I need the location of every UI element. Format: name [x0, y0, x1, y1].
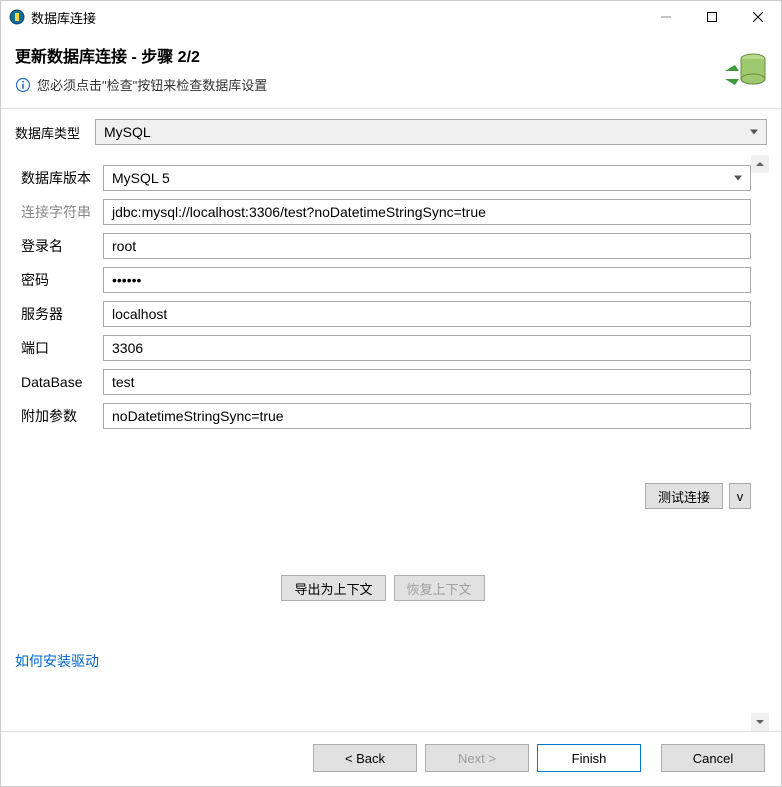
page-title: 更新数据库连接 - 步骤 2/2 — [15, 43, 767, 67]
login-row: 登录名 root — [15, 233, 751, 259]
port-label: 端口 — [15, 338, 103, 358]
password-row: 密码 •••••• — [15, 267, 751, 293]
maximize-button[interactable] — [689, 1, 735, 33]
login-value: root — [112, 238, 136, 254]
window-title: 数据库连接 — [31, 8, 643, 27]
export-context-button[interactable]: 导出为上下文 — [281, 575, 385, 601]
scrollbar[interactable] — [751, 155, 769, 731]
form-area: 数据库版本 MySQL 5 连接字符串 jdbc:mysql://localho… — [15, 155, 751, 731]
port-row: 端口 3306 — [15, 335, 751, 361]
connstr-input[interactable]: jdbc:mysql://localhost:3306/test?noDatet… — [103, 199, 751, 225]
finish-button[interactable]: Finish — [537, 744, 641, 772]
close-button[interactable] — [735, 1, 781, 33]
connstr-label: 连接字符串 — [15, 202, 103, 222]
test-connection-button[interactable]: 测试连接 — [645, 483, 723, 509]
params-row: 附加参数 noDatetimeStringSync=true — [15, 403, 751, 429]
install-driver-link[interactable]: 如何安装驱动 — [15, 653, 99, 669]
server-label: 服务器 — [15, 304, 103, 324]
banner: 更新数据库连接 - 步骤 2/2 您必须点击"检查"按钮来检查数据库设置 — [1, 33, 781, 109]
scroll-down-icon[interactable] — [751, 713, 769, 731]
link-row: 如何安装驱动 — [15, 651, 751, 671]
info-icon — [15, 77, 31, 93]
context-row: 导出为上下文 恢复上下文 — [15, 575, 751, 601]
password-input[interactable]: •••••• — [103, 267, 751, 293]
login-label: 登录名 — [15, 236, 103, 256]
database-row: DataBase test — [15, 369, 751, 395]
minimize-button[interactable] — [643, 1, 689, 33]
titlebar: 数据库连接 — [1, 1, 781, 33]
cancel-button[interactable]: Cancel — [661, 744, 765, 772]
next-button[interactable]: Next > — [425, 744, 529, 772]
scroll-up-icon[interactable] — [751, 155, 769, 173]
params-label: 附加参数 — [15, 406, 103, 426]
version-value: MySQL 5 — [112, 170, 170, 186]
database-value: test — [112, 374, 135, 390]
database-label: DataBase — [15, 374, 103, 390]
database-graphic-icon — [721, 47, 769, 95]
port-value: 3306 — [112, 340, 143, 356]
connstr-row: 连接字符串 jdbc:mysql://localhost:3306/test?n… — [15, 199, 751, 225]
params-value: noDatetimeStringSync=true — [112, 408, 284, 424]
port-input[interactable]: 3306 — [103, 335, 751, 361]
window-controls — [643, 1, 781, 33]
database-input[interactable]: test — [103, 369, 751, 395]
login-input[interactable]: root — [103, 233, 751, 259]
back-button[interactable]: < Back — [313, 744, 417, 772]
version-select[interactable]: MySQL 5 — [103, 165, 751, 191]
test-row: 测试连接 v — [15, 483, 751, 509]
version-label: 数据库版本 — [15, 168, 103, 188]
app-icon — [9, 9, 25, 25]
params-input[interactable]: noDatetimeStringSync=true — [103, 403, 751, 429]
banner-subtitle-row: 您必须点击"检查"按钮来检查数据库设置 — [15, 75, 767, 94]
db-type-label: 数据库类型 — [15, 123, 87, 142]
version-row: 数据库版本 MySQL 5 — [15, 165, 751, 191]
password-value: •••••• — [112, 272, 141, 288]
banner-subtitle: 您必须点击"检查"按钮来检查数据库设置 — [37, 75, 267, 94]
server-row: 服务器 localhost — [15, 301, 751, 327]
restore-context-button[interactable]: 恢复上下文 — [394, 575, 485, 601]
test-dropdown-button[interactable]: v — [729, 483, 751, 509]
db-type-select[interactable]: MySQL — [95, 119, 767, 145]
server-input[interactable]: localhost — [103, 301, 751, 327]
server-value: localhost — [112, 306, 167, 322]
connstr-value: jdbc:mysql://localhost:3306/test?noDatet… — [112, 204, 486, 220]
db-type-row: 数据库类型 MySQL — [1, 109, 781, 155]
db-type-value: MySQL — [104, 124, 151, 140]
password-label: 密码 — [15, 270, 103, 290]
wizard-buttons: < Back Next > Finish Cancel — [1, 732, 781, 786]
